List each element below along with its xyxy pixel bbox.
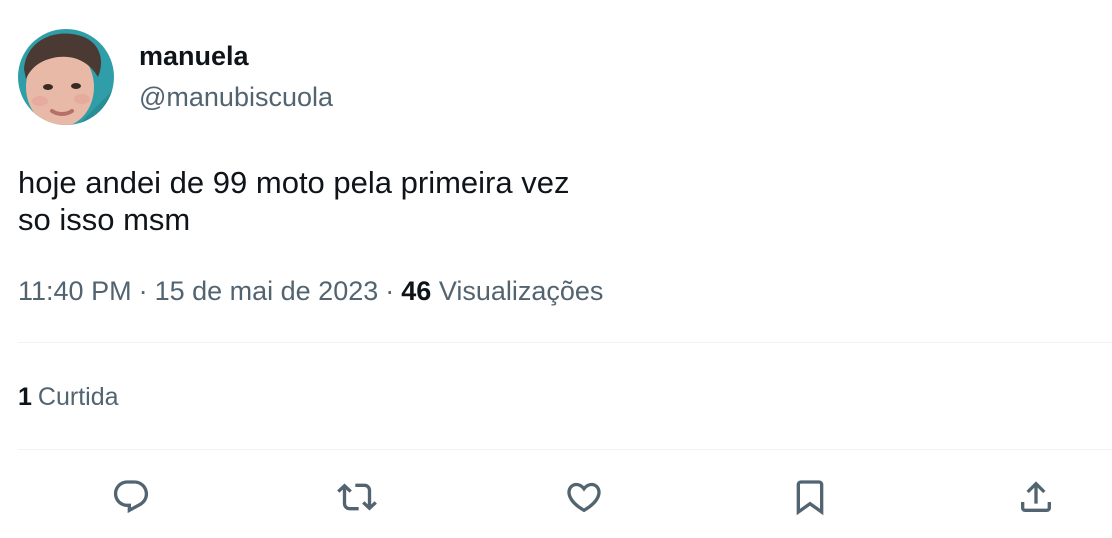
tweet-text-line: so isso msm: [18, 202, 191, 237]
tweet-time: 11:40 PM: [18, 276, 132, 306]
tweet-timestamp[interactable]: 11:40 PM · 15 de mai de 2023: [18, 276, 378, 306]
likes-link[interactable]: 1 Curtida: [18, 381, 119, 413]
avatar-image: [18, 29, 114, 125]
avatar[interactable]: [18, 29, 114, 125]
tweet-detail: manuela @manubiscuola hoje andei de 99 m…: [0, 0, 1112, 538]
bookmark-icon: [796, 480, 824, 516]
reply-button[interactable]: [108, 474, 154, 520]
retweet-button[interactable]: [334, 474, 380, 520]
author-display-name[interactable]: manuela: [139, 40, 249, 72]
share-button[interactable]: [1013, 474, 1059, 520]
meta-separator: ·: [138, 276, 148, 306]
tweet-date: 15 de mai de 2023: [154, 276, 379, 306]
views-label: Visualizações: [438, 276, 604, 306]
bookmark-button[interactable]: [787, 474, 833, 520]
tweet-meta: 11:40 PM · 15 de mai de 2023 · 46 Visualizaç…: [18, 274, 603, 308]
like-button[interactable]: [561, 474, 607, 520]
divider: [18, 342, 1112, 343]
views-count: 46: [401, 276, 432, 306]
share-icon: [1021, 481, 1051, 512]
divider: [18, 449, 1112, 450]
likes-label: Curtida: [37, 383, 119, 411]
views-link[interactable]: 46 Visualizações: [401, 276, 603, 306]
tweet-text: hoje andei de 99 moto pela primeira vez …: [18, 164, 569, 238]
retweet-icon: [337, 483, 377, 511]
author-handle[interactable]: @manubiscuola: [139, 81, 333, 113]
like-icon: [567, 482, 601, 513]
likes-count: 1: [18, 383, 32, 411]
meta-separator: ·: [385, 276, 395, 306]
reply-icon: [113, 480, 149, 514]
tweet-text-line: hoje andei de 99 moto pela primeira vez: [18, 165, 570, 200]
